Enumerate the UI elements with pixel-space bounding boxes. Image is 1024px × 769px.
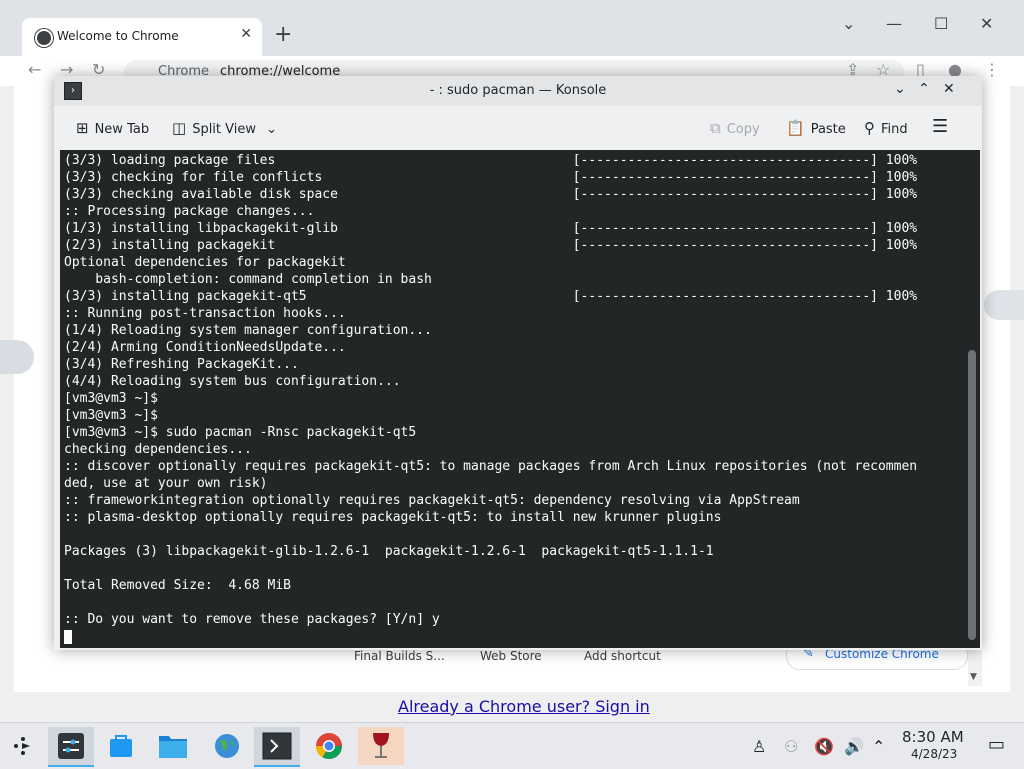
shortcut-final-builds[interactable]: Final Builds S...	[354, 649, 445, 663]
back-icon[interactable]: ←	[28, 60, 41, 79]
terminal-output[interactable]: (3/3) loading package files [-----------…	[60, 150, 964, 648]
terminal-line: :: discover optionally requires packagek…	[64, 459, 918, 474]
terminal-line: (3/3) installing packagekit-qt5 [-------…	[64, 289, 918, 304]
left-decoration	[0, 340, 34, 374]
terminal-line: checking dependencies...	[64, 442, 252, 457]
terminal-line: (3/3) checking available disk space [---…	[64, 187, 918, 202]
chrome-taskbar-icon[interactable]	[306, 727, 352, 765]
chrome-minimize-button[interactable]: —	[886, 14, 902, 33]
split-view-label: Split View	[192, 122, 256, 137]
chrome-tab-close-icon[interactable]: ✕	[240, 26, 252, 42]
paste-label: Paste	[810, 122, 846, 137]
konsole-toolbar: ⊞ New Tab ◫ Split View ⌄ ⧉ Copy 📋 Paste ⚲ Fin…	[54, 106, 982, 150]
chrome-tab-title: Welcome to Chrome	[57, 29, 179, 43]
chrome-menu-icon[interactable]: ⋮	[984, 60, 1000, 79]
copy-label: Copy	[726, 122, 760, 137]
terminal-cursor	[64, 630, 72, 644]
clock-time[interactable]: 8:30 AM	[902, 728, 964, 746]
taskbar: ♙ ⚇ 🔇 🔊 ⌃ 8:30 AM 4/28/23 ▭	[0, 722, 1024, 769]
terminal-line: (3/4) Refreshing PackageKit...	[64, 357, 299, 372]
split-view-icon: ◫	[172, 119, 187, 137]
new-tab-button[interactable]: ⊞ New Tab	[76, 119, 149, 137]
konsole-window-title: - : sudo pacman — Konsole	[429, 83, 607, 98]
terminal-line: (2/3) installing packagekit [-----------…	[64, 238, 918, 253]
chrome-tab-search-icon[interactable]: ⌄	[842, 14, 855, 33]
terminal-line: ded, use at your own risk)	[64, 476, 268, 491]
konsole-minimize-button[interactable]: ⌄	[894, 81, 906, 97]
discover-store-icon[interactable]	[98, 727, 144, 765]
volume-icon[interactable]: 🔊	[844, 737, 864, 756]
show-desktop-icon[interactable]: ▭	[988, 734, 1005, 755]
network-icon[interactable]: ⚇	[784, 737, 798, 756]
terminal-line: :: plasma-desktop optionally requires pa…	[64, 510, 722, 525]
terminal-line: :: Running post-transaction hooks...	[64, 306, 346, 321]
user-icon[interactable]: ♙	[752, 737, 766, 756]
terminal-line: (1/4) Reloading system manager configura…	[64, 323, 432, 338]
chrome-new-tab-button[interactable]: +	[274, 22, 292, 47]
chrome-favicon-icon	[35, 29, 53, 47]
terminal-line: (4/4) Reloading system bus configuration…	[64, 374, 401, 389]
copy-button[interactable]: ⧉ Copy	[710, 119, 760, 137]
right-decoration	[984, 290, 1024, 320]
shortcut-web-store[interactable]: Web Store	[480, 649, 542, 663]
globe-browser-icon[interactable]	[204, 727, 250, 765]
split-view-button[interactable]: ◫ Split View ⌄	[172, 119, 277, 137]
konsole-taskbar-icon[interactable]	[254, 727, 300, 767]
new-tab-icon: ⊞	[76, 119, 89, 137]
terminal-line: [vm3@vm3 ~]$	[64, 408, 158, 423]
wine-app-icon[interactable]	[358, 727, 404, 765]
terminal-line: :: Do you want to remove these packages?…	[64, 612, 440, 627]
audio-muted-icon[interactable]: 🔇	[814, 737, 834, 756]
konsole-titlebar[interactable]: › - : sudo pacman — Konsole ⌄ ⌃ ✕	[54, 76, 982, 106]
terminal-line: (3/3) loading package files [-----------…	[64, 153, 918, 168]
konsole-close-button[interactable]: ✕	[943, 81, 955, 97]
shortcut-add[interactable]: Add shortcut	[584, 649, 661, 663]
find-button[interactable]: ⚲ Find	[864, 119, 908, 137]
chrome-titlebar: Welcome to Chrome ✕ + ⌄ — ☐ ✕	[0, 0, 1024, 56]
new-tab-label: New Tab	[94, 122, 150, 137]
clock-date[interactable]: 4/28/23	[911, 747, 957, 761]
file-manager-icon[interactable]	[150, 727, 196, 765]
copy-icon: ⧉	[710, 119, 721, 137]
find-label: Find	[881, 122, 908, 137]
terminal-line: Optional dependencies for packagekit	[64, 255, 346, 270]
system-settings-taskbar-icon[interactable]	[48, 727, 94, 767]
terminal-line: [vm3@vm3 ~]$	[64, 391, 158, 406]
tray-expand-icon[interactable]: ⌃	[872, 737, 885, 756]
terminal-scrollbar-thumb[interactable]	[968, 350, 976, 640]
chrome-close-button[interactable]: ✕	[980, 14, 993, 33]
konsole-maximize-button[interactable]: ⌃	[918, 81, 930, 97]
chevron-down-icon: ⌄	[266, 122, 278, 137]
terminal-line: [vm3@vm3 ~]$ sudo pacman -Rnsc packageki…	[64, 425, 417, 440]
hamburger-menu-icon[interactable]: ☰	[932, 116, 948, 137]
konsole-window: › - : sudo pacman — Konsole ⌄ ⌃ ✕ ⊞ New T…	[54, 76, 982, 650]
terminal-line: (1/3) installing libpackagekit-glib [---…	[64, 221, 918, 236]
terminal-scrollbar[interactable]	[964, 150, 980, 648]
chrome-maximize-button[interactable]: ☐	[934, 14, 948, 33]
scroll-down-arrow-icon[interactable]: ▼	[970, 672, 977, 682]
terminal-line: :: Processing package changes...	[64, 204, 315, 219]
terminal-line: Packages (3) libpackagekit-glib-1.2.6-1 …	[64, 544, 714, 559]
terminal-line: (3/3) checking for file conflicts [-----…	[64, 170, 918, 185]
terminal-line: (2/4) Arming ConditionNeedsUpdate...	[64, 340, 346, 355]
terminal-line: Total Removed Size: 4.68 MiB	[64, 578, 291, 593]
sign-in-link[interactable]: Already a Chrome user? Sign in	[398, 697, 650, 716]
paste-icon: 📋	[786, 119, 805, 137]
terminal-line: bash-completion: command completion in b…	[64, 272, 432, 287]
chrome-tab-welcome[interactable]: Welcome to Chrome ✕	[22, 18, 262, 56]
paste-button[interactable]: 📋 Paste	[786, 119, 846, 137]
app-launcher-icon[interactable]	[0, 727, 46, 765]
search-icon: ⚲	[864, 119, 875, 137]
terminal-line: :: frameworkintegration optionally requi…	[64, 493, 800, 508]
